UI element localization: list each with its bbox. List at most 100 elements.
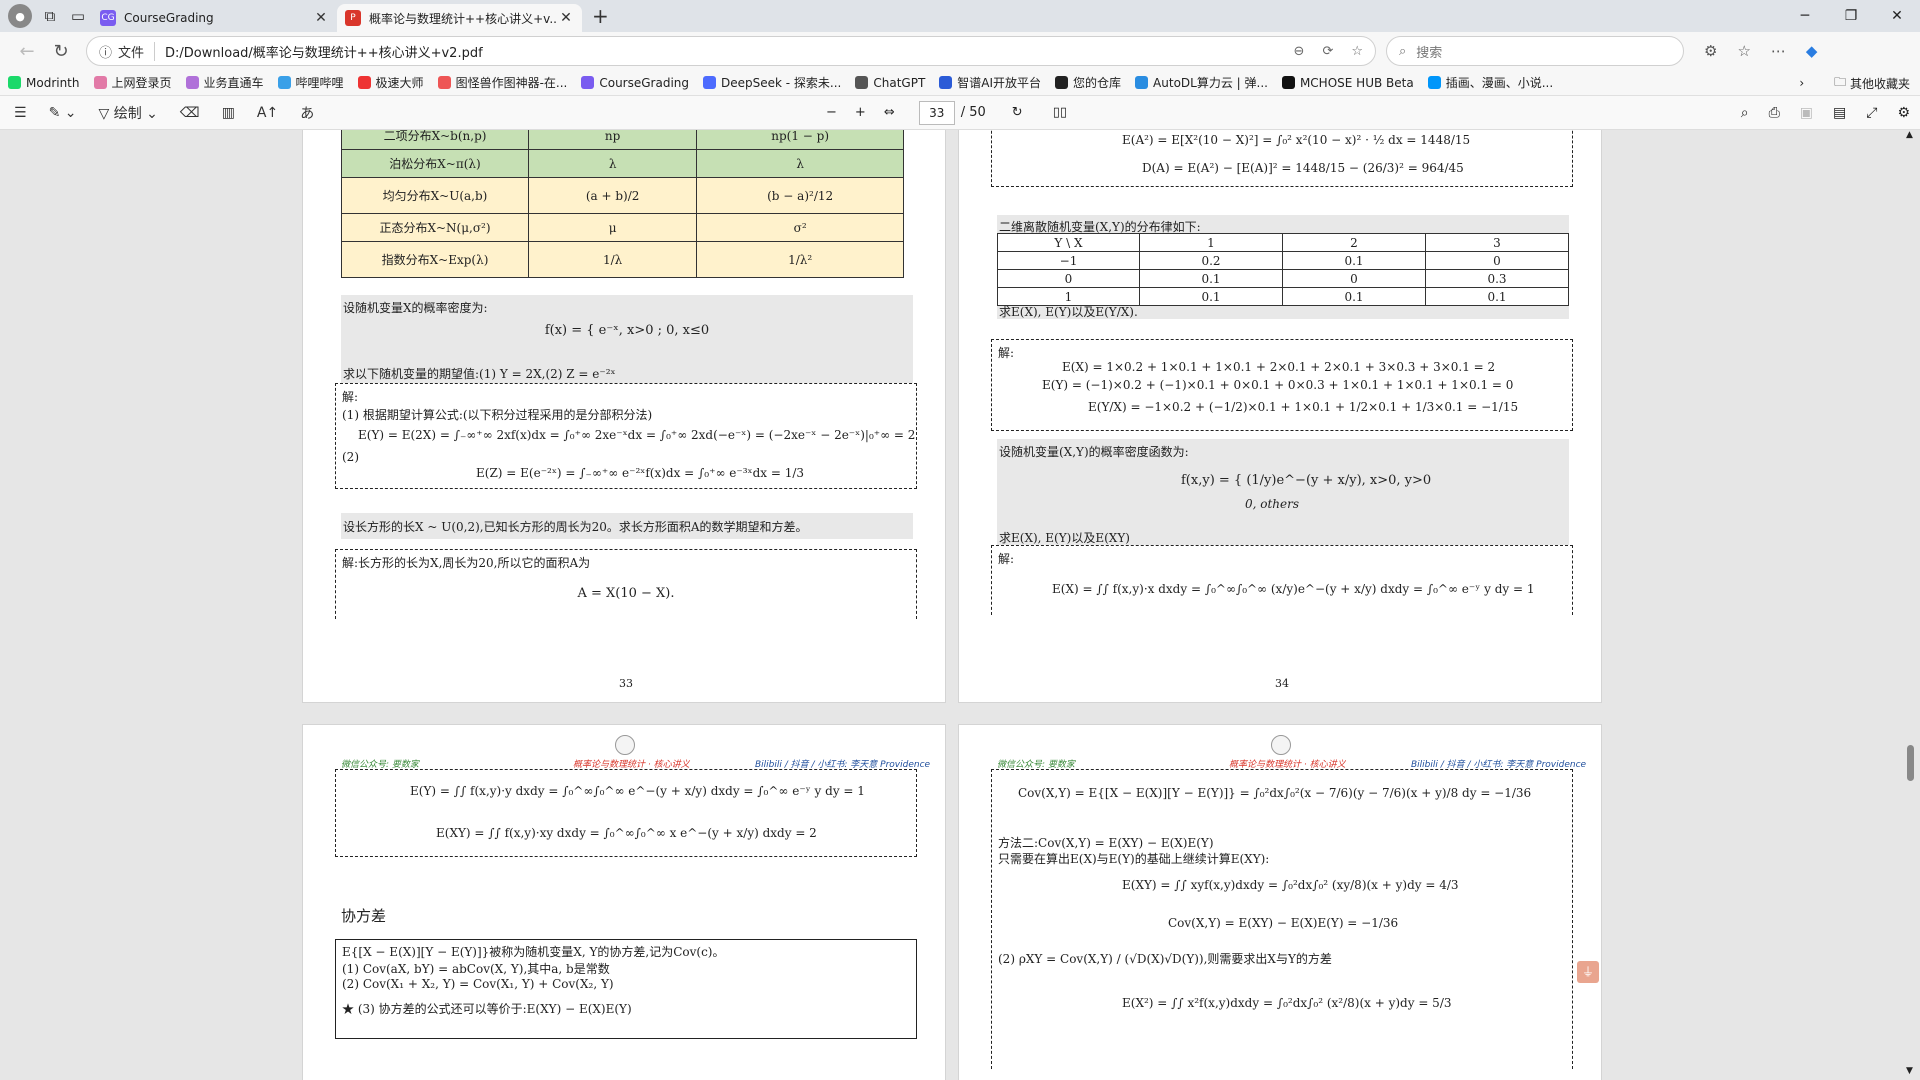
- zoom-out-icon[interactable]: ⊖: [1294, 44, 1305, 59]
- logo-icon: [1271, 735, 1291, 755]
- translate-icon[interactable]: あ: [300, 103, 314, 123]
- address-bar[interactable]: ⓘ 文件 D:/Download/概率论与数理统计++核心讲义+v2.pdf ⊖…: [86, 36, 1376, 66]
- draw-label: 绘制: [113, 105, 142, 122]
- refresh-icon[interactable]: ↻: [44, 41, 78, 62]
- pdf-page-34: E(A²) = E[X²(10 − X)²] = ∫₀² x²(10 − x)²…: [958, 130, 1602, 703]
- save-as-icon[interactable]: ▤: [1833, 105, 1846, 121]
- extensions-icon[interactable]: ⚙: [1704, 42, 1717, 60]
- definition-text: ★ (3) 协方差的公式还可以等价于:E(XY) − E(X)E(Y): [342, 1002, 632, 1016]
- zoom-out-icon[interactable]: −: [826, 105, 837, 120]
- collections-icon[interactable]: ⧉: [36, 2, 64, 30]
- answer-label: 解:: [998, 552, 1015, 566]
- save-icon[interactable]: ▣: [1800, 105, 1813, 121]
- zoom-in-icon[interactable]: +: [855, 105, 866, 120]
- tab-pdf[interactable]: P 概率论与数理统计++核心讲义+v... ✕: [337, 4, 582, 32]
- folder-icon: 🗀: [1834, 74, 1847, 89]
- tab-coursegrading[interactable]: CG CourseGrading ✕: [92, 4, 337, 32]
- answer-text: 只需要在算出E(X)与E(Y)的基础上继续计算E(XY):: [998, 852, 1270, 866]
- eraser-icon[interactable]: ⌫: [180, 105, 200, 121]
- formula: E(XY) = ∫∫ xyf(x,y)dxdy = ∫₀²dx∫₀² (xy/8…: [1122, 878, 1459, 892]
- close-tab-icon[interactable]: ✕: [558, 10, 574, 26]
- table-row: 正态分布X~N(μ,σ²) μ σ²: [341, 213, 904, 242]
- back-icon[interactable]: ←: [10, 41, 44, 62]
- page-number-input[interactable]: 33: [918, 100, 955, 125]
- fit-page-icon[interactable]: ⇔: [884, 105, 895, 120]
- logo-icon: [615, 735, 635, 755]
- bookmark-item[interactable]: 上网登录页: [93, 74, 172, 91]
- bookmark-item[interactable]: 图怪兽作图神器-在...: [437, 74, 567, 91]
- draw-icon[interactable]: ▽ 绘制 ⌄: [98, 103, 157, 123]
- copilot-icon[interactable]: ◆: [1806, 42, 1818, 60]
- scroll-down-icon[interactable]: ▼: [1906, 1066, 1913, 1076]
- bookmark-item[interactable]: 哔哩哔哩: [277, 74, 344, 91]
- minimize-icon[interactable]: ─: [1782, 0, 1828, 32]
- answer-text: (1) 根据期望计算公式:(以下积分过程采用的是分部积分法): [342, 408, 653, 422]
- close-tab-icon[interactable]: ✕: [313, 10, 329, 26]
- read-aloud-icon[interactable]: ⟳: [1322, 44, 1333, 59]
- other-favorites[interactable]: 其他收藏夹: [1850, 75, 1910, 92]
- new-tab-icon[interactable]: +: [592, 4, 609, 28]
- bookmark-item[interactable]: 您的仓库: [1055, 74, 1121, 91]
- read-aloud-icon[interactable]: A↑: [257, 105, 278, 121]
- expectation-table: 二项分布X~b(n,p) np np(1 − p) 泊松分布X~π(λ) λ λ 均匀分…: [341, 130, 904, 278]
- profile-avatar[interactable]: ●: [8, 4, 32, 28]
- bookmark-item[interactable]: DeepSeek - 探索未...: [703, 74, 841, 91]
- formula: E(X²) = ∫∫ x²f(x,y)dxdy = ∫₀²dx∫₀² (x²/8…: [1122, 996, 1452, 1010]
- search-icon[interactable]: ⌕: [1741, 105, 1749, 121]
- vertical-scrollbar[interactable]: ▲ ▼: [1906, 130, 1916, 1080]
- chevron-right-icon[interactable]: ›: [1799, 76, 1804, 90]
- formula: (2) ρXY = Cov(X,Y) / (√D(X)√D(Y)),则需要求出X…: [998, 952, 1332, 966]
- answer-block: E(A²) = E[X²(10 − X)²] = ∫₀² x²(10 − x)²…: [991, 130, 1573, 187]
- bookmark-item[interactable]: 智谱AI开放平台: [939, 74, 1041, 91]
- fullscreen-icon[interactable]: ⤢: [1866, 105, 1877, 121]
- page-number: 34: [1275, 677, 1289, 690]
- bookmark-item[interactable]: 业务直通车: [185, 74, 264, 91]
- answer-block: 解: (1) 根据期望计算公式:(以下积分过程采用的是分部积分法) E(Y) =…: [335, 383, 917, 489]
- answer-block: 解: E(X) = ∫∫ f(x,y)·x dxdy = ∫₀^∞∫₀^∞ (x…: [991, 545, 1573, 615]
- favorites-icon[interactable]: ☆: [1737, 42, 1750, 60]
- contents-icon[interactable]: ☰: [14, 105, 27, 121]
- restore-icon[interactable]: ❐: [1828, 0, 1874, 32]
- adobe-pdf-icon[interactable]: ⏚: [1577, 961, 1599, 983]
- bookmark-item[interactable]: ChatGPT: [855, 76, 925, 90]
- search-box[interactable]: ⌕ 搜索: [1386, 36, 1684, 66]
- question-text: 设随机变量(X,Y)的概率密度函数为:: [999, 445, 1189, 459]
- bookmark-item[interactable]: Modrinth: [8, 76, 80, 90]
- text-box-icon[interactable]: ▥: [222, 105, 235, 121]
- answer-block: Cov(X,Y) = E{[X − E(X)][Y − E(Y)]} = ∫₀²…: [991, 769, 1573, 1069]
- close-window-icon[interactable]: ✕: [1874, 0, 1920, 32]
- answer-label: 解:: [342, 390, 359, 404]
- answer-text: 解:长方形的长为X,周长为20,所以它的面积A为: [342, 556, 591, 570]
- formula: Cov(X,Y) = E{[X − E(X)][Y − E(Y)]} = ∫₀²…: [1018, 786, 1532, 800]
- bookmark-item[interactable]: CourseGrading: [581, 76, 689, 90]
- pdf-page-35: 微信公众号: 要数家 概率论与数理统计 · 核心讲义 Bilibili / 抖音…: [302, 724, 946, 1080]
- bookmark-item[interactable]: 插画、漫画、小说...: [1427, 74, 1553, 91]
- favorite-star-icon[interactable]: ☆: [1351, 44, 1363, 59]
- distribution-table: Y \ X123 −1 0.2 0.1 0 0 0.1 0 0.3 1 0.1 0.1 0.1: [997, 233, 1569, 306]
- tab-bar: ● ⧉ ▭ CG CourseGrading ✕ P 概率论与数理统计++核心讲…: [0, 0, 1920, 32]
- question-text: 求以下随机变量的期望值:(1) Y = 2X,(2) Z = e⁻²ˣ: [343, 367, 616, 381]
- print-icon[interactable]: ⎙: [1769, 105, 1780, 121]
- formula: E(Y) = ∫∫ f(x,y)·y dxdy = ∫₀^∞∫₀^∞ e^−(y…: [410, 784, 865, 798]
- more-icon[interactable]: ⋯: [1771, 42, 1786, 60]
- scroll-up-icon[interactable]: ▲: [1906, 130, 1913, 140]
- question-text: 求E(X), E(Y)以及E(XY): [999, 531, 1130, 545]
- rotate-icon[interactable]: ↻: [1012, 105, 1023, 120]
- bookmark-item[interactable]: AutoDL算力云 | 弹...: [1135, 74, 1268, 91]
- page-view-icon[interactable]: ▯▯: [1053, 105, 1067, 120]
- table-row: 泊松分布X~π(λ) λ λ: [341, 149, 904, 178]
- scroll-thumb[interactable]: [1907, 745, 1914, 781]
- tab-actions-icon[interactable]: ▭: [64, 2, 92, 30]
- pdf-toolbar: ☰ ✎ ⌄ ▽ 绘制 ⌄ ⌫ ▥ A↑ あ − + ⇔ 33 / 50 ↻ ▯▯…: [0, 96, 1920, 130]
- formula: E(Y/X) = −1×0.2 + (−1/2)×0.1 + 1×0.1 + 1…: [1088, 400, 1519, 414]
- url-text[interactable]: D:/Download/概率论与数理统计++核心讲义+v2.pdf: [165, 42, 1276, 61]
- bookmark-item[interactable]: 极速大师: [357, 74, 424, 91]
- bookmark-item[interactable]: MCHOSE HUB Beta: [1281, 76, 1414, 90]
- settings-icon[interactable]: ⚙: [1897, 105, 1910, 121]
- pdf-viewport[interactable]: 二项分布X~b(n,p) np np(1 − p) 泊松分布X~π(λ) λ λ 均匀分…: [0, 130, 1920, 1080]
- table-row: 均匀分布X~U(a,b) (a + b)/2 (b − a)²/12: [341, 177, 904, 214]
- highlight-icon[interactable]: ✎ ⌄: [49, 105, 77, 121]
- answer-label: 解:: [998, 346, 1015, 360]
- info-icon[interactable]: ⓘ: [99, 42, 112, 61]
- question-block: 设随机变量(X,Y)的概率密度函数为: f(x,y) = { (1/y)e^−(…: [997, 439, 1569, 545]
